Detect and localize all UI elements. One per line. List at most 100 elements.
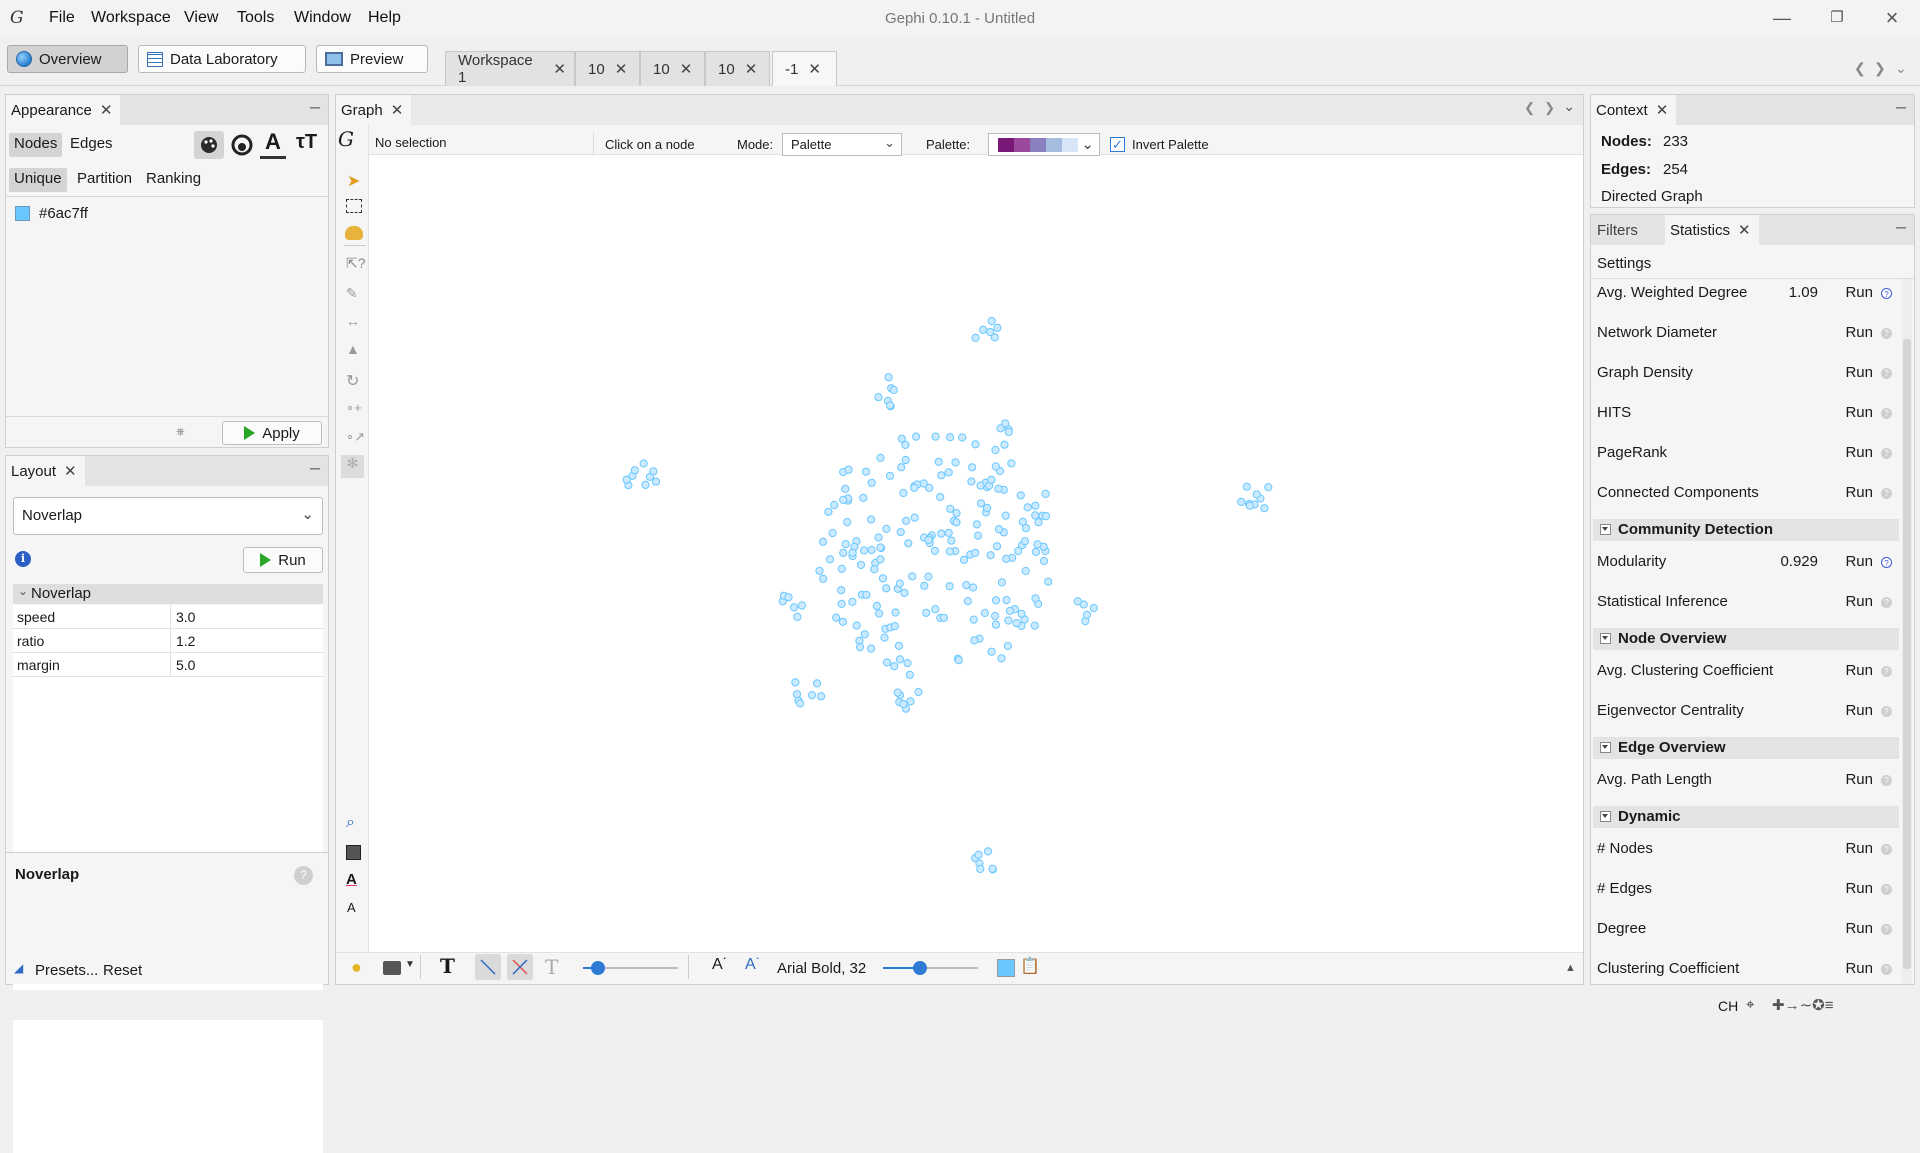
graph-node[interactable] [878,574,888,583]
label-color-icon[interactable]: A [260,129,286,159]
unique-mode-tab[interactable]: Unique [9,168,67,192]
edges-target-tab[interactable]: Edges [65,133,118,157]
graph-node[interactable] [1005,606,1015,615]
graph-node[interactable] [893,688,902,697]
graph-node[interactable] [843,518,852,527]
graph-node[interactable] [1033,540,1042,549]
scroll-right-icon[interactable]: ❯ [1544,100,1555,116]
graph-node[interactable] [793,612,802,621]
graph-node[interactable] [819,537,828,546]
help-icon[interactable]: ? [1881,408,1892,419]
graph-node[interactable] [904,539,913,548]
run-statistic-button[interactable]: Run [1845,284,1873,301]
help-icon[interactable]: ? [1881,328,1892,339]
graph-node[interactable] [641,480,650,489]
ranking-mode-tab[interactable]: Ranking [141,168,206,192]
graph-node[interactable] [1012,619,1021,628]
graph-node[interactable] [971,440,980,449]
graph-node[interactable] [979,325,988,334]
graph-node[interactable] [844,465,853,474]
run-statistic-button[interactable]: Run [1845,364,1873,381]
graph-node[interactable] [906,697,915,706]
graph-node[interactable] [880,633,889,642]
panel-menu-icon[interactable]: ⌄ [1563,98,1575,115]
close-window-button[interactable]: × [1872,6,1912,30]
filters-tab[interactable]: Filters [1592,215,1646,245]
run-statistic-button[interactable]: Run [1845,662,1873,679]
property-row-speed[interactable]: speed 3.0 [13,605,323,629]
graph-node[interactable] [651,477,661,486]
graph-node[interactable] [924,572,933,581]
graph-node[interactable] [946,433,955,442]
graph-node[interactable] [1031,547,1041,556]
graph-node[interactable] [903,659,912,668]
graph-node[interactable] [919,479,928,488]
run-statistic-button[interactable]: Run [1845,593,1873,610]
background-color-icon[interactable] [346,845,361,860]
graph-node[interactable] [920,581,929,590]
graph-node[interactable] [876,555,885,564]
graph-node[interactable] [910,513,919,522]
graph-node[interactable] [812,679,822,688]
close-icon[interactable]: ✕ [391,101,404,119]
size-modifier-icon[interactable]: ↔ [346,313,360,329]
graph-node[interactable] [885,401,895,410]
graph-node[interactable] [969,615,978,624]
info-icon[interactable]: i [15,551,31,567]
graph-node[interactable] [991,462,1000,471]
graph-node[interactable] [971,548,980,557]
graph-node[interactable] [951,458,960,467]
graph-node[interactable] [976,864,985,874]
graph-node[interactable] [876,543,885,552]
run-statistic-button[interactable]: Run [1845,553,1873,570]
help-icon[interactable]: ? [1881,597,1892,608]
help-icon[interactable]: ? [1881,666,1892,677]
close-icon[interactable]: ✕ [745,60,758,78]
graph-node[interactable] [1034,518,1043,527]
graph-node[interactable] [993,323,1002,332]
graph-node[interactable] [832,613,841,622]
color-swatch[interactable] [15,206,30,221]
graph-node[interactable] [1016,491,1025,500]
graph-node[interactable] [1000,440,1009,449]
graph-node[interactable] [954,656,963,665]
graph-node[interactable] [914,688,923,697]
graph-node[interactable] [991,620,1001,629]
graph-node[interactable] [931,432,940,441]
scroll-left-icon[interactable]: ❮ [1524,100,1535,116]
run-statistic-button[interactable]: Run [1845,920,1873,937]
help-icon[interactable]: ? [1881,844,1892,855]
graph-node[interactable] [1031,594,1040,603]
graph-node[interactable] [872,601,881,611]
edge-color-icon[interactable] [507,954,533,980]
run-statistic-button[interactable]: Run [1845,960,1873,977]
graph-node[interactable] [946,504,955,513]
font-color-icon[interactable]: A˙ [745,956,761,974]
graph-node[interactable] [970,636,979,645]
graph-node[interactable] [988,864,997,873]
rotate-icon[interactable]: ↻ [346,371,359,391]
context-tab[interactable]: Context ✕ [1591,95,1677,125]
close-icon[interactable]: ✕ [1738,221,1751,239]
graph-node[interactable] [784,593,793,602]
run-statistic-button[interactable]: Run [1845,444,1873,461]
graph-node[interactable] [790,603,799,612]
graph-node[interactable] [930,546,940,555]
graph-node[interactable] [994,484,1003,493]
label-size-slider-thumb[interactable] [913,961,927,975]
edit-node-icon[interactable]: ⇱? [346,255,366,272]
graph-node[interactable] [875,609,884,618]
graph-node[interactable] [891,608,900,617]
graph-node[interactable] [1044,577,1053,586]
graph-node[interactable] [987,647,996,656]
graph-node[interactable] [839,548,848,557]
minimize-window-button[interactable]: — [1762,6,1802,30]
add-node-icon[interactable]: ∘+ [346,400,362,416]
workspace-tab[interactable]: Workspace 1 ✕ [445,51,575,86]
painter-icon[interactable]: ▲ [346,341,360,357]
graph-node[interactable] [901,455,910,465]
graph-node[interactable] [876,453,885,462]
graph-node[interactable] [1004,427,1013,437]
lightbulb-icon[interactable]: ● [351,957,362,978]
show-edges-icon[interactable] [475,954,501,980]
